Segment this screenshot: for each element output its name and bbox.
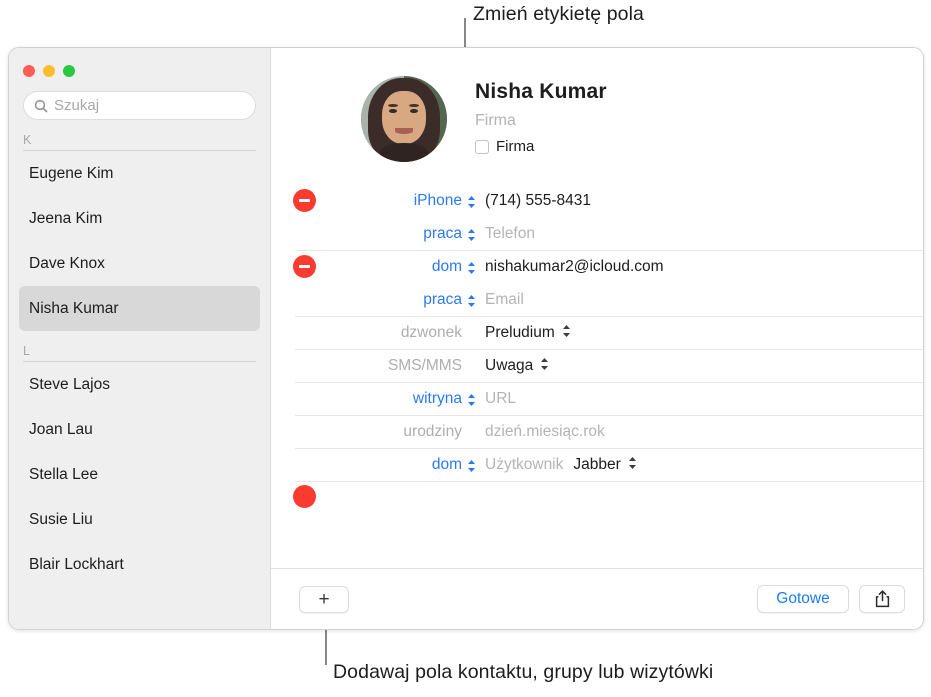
remove-field-button[interactable]: [293, 255, 316, 278]
contact-header-fields: Nisha Kumar Firma Firma: [475, 76, 607, 155]
field-label[interactable]: dom: [295, 456, 467, 474]
sidebar-item-blair-lockhart[interactable]: Blair Lockhart: [19, 542, 260, 587]
share-button[interactable]: [859, 585, 905, 613]
minus-icon: [299, 199, 310, 202]
contact-field-row[interactable]: dom Użytkownik Jabber: [271, 448, 923, 481]
add-field-button[interactable]: +: [299, 585, 349, 613]
label-stepper-icon[interactable]: [467, 294, 476, 308]
sidebar-item-jeena-kim[interactable]: Jeena Kim: [19, 196, 260, 241]
search-field[interactable]: [23, 91, 256, 120]
field-value[interactable]: Uwaga: [485, 357, 533, 375]
window-controls: [9, 48, 270, 77]
contact-field-row[interactable]: dzwonek Preludium: [271, 316, 923, 349]
field-label: urodziny: [403, 422, 462, 440]
sidebar-item-dave-knox[interactable]: Dave Knox: [19, 241, 260, 286]
share-icon: [875, 590, 889, 608]
contact-detail-scroll: Nisha Kumar Firma Firma iPhone (714) 555-…: [271, 48, 923, 568]
zoom-button[interactable]: [63, 65, 75, 77]
contact-field-row-clipped[interactable]: [271, 481, 923, 508]
field-value[interactable]: dzień.miesiąc.rok: [485, 423, 605, 441]
field-label[interactable]: dom: [295, 258, 467, 276]
contact-fields-list: iPhone (714) 555-8431 praca Telefon dom nisha…: [271, 184, 923, 508]
field-label: dzwonek: [400, 323, 462, 341]
sidebar-item-eugene-kim[interactable]: Eugene Kim: [19, 151, 260, 196]
contact-field-row[interactable]: dom nishakumar2@icloud.com: [271, 250, 923, 283]
label-stepper-icon[interactable]: [467, 261, 476, 275]
sidebar: K Eugene Kim Jeena Kim Dave Knox Nisha K…: [9, 48, 271, 629]
contact-field-row[interactable]: praca Telefon: [271, 217, 923, 250]
field-value[interactable]: Preludium: [485, 324, 555, 342]
sidebar-item-nisha-kumar[interactable]: Nisha Kumar: [19, 286, 260, 331]
remove-field-button[interactable]: [293, 189, 316, 212]
sidebar-section-header-k: K: [23, 133, 256, 151]
company-checkbox-row[interactable]: Firma: [475, 138, 607, 155]
done-button[interactable]: Gotowe: [757, 585, 849, 613]
contact-name[interactable]: Nisha Kumar: [475, 80, 607, 104]
company-checkbox-label: Firma: [496, 138, 535, 155]
remove-field-button[interactable]: [293, 485, 316, 508]
sidebar-section-header-l: L: [23, 344, 256, 362]
value-stepper-icon[interactable]: [562, 324, 571, 343]
field-value[interactable]: Użytkownik: [485, 456, 563, 474]
avatar[interactable]: [361, 76, 447, 162]
field-value[interactable]: Telefon: [485, 225, 535, 243]
contact-field-row[interactable]: SMS/MMS Uwaga: [271, 349, 923, 382]
field-label[interactable]: praca: [295, 291, 467, 309]
contacts-window: K Eugene Kim Jeena Kim Dave Knox Nisha K…: [8, 47, 924, 630]
contact-field-row[interactable]: urodziny dzień.miesiąc.rok: [271, 415, 923, 448]
field-label[interactable]: praca: [295, 225, 467, 243]
contact-field-row[interactable]: witryna URL: [271, 382, 923, 415]
callout-label-add-fields: Dodawaj pola kontaktu, grupy lub wizytów…: [333, 661, 714, 683]
contact-detail-pane: Nisha Kumar Firma Firma iPhone (714) 555-…: [271, 48, 923, 629]
company-field[interactable]: Firma: [475, 112, 607, 130]
label-stepper-icon[interactable]: [467, 195, 476, 209]
label-stepper-icon[interactable]: [467, 228, 476, 242]
label-stepper-icon[interactable]: [467, 393, 476, 407]
contact-field-row[interactable]: praca Email: [271, 283, 923, 316]
field-value[interactable]: Email: [485, 291, 524, 309]
search-icon: [34, 99, 48, 112]
minimize-button[interactable]: [43, 65, 55, 77]
detail-toolbar: + Gotowe: [271, 568, 923, 629]
sidebar-item-steve-lajos[interactable]: Steve Lajos: [19, 362, 260, 407]
field-label[interactable]: iPhone: [295, 192, 467, 210]
contact-field-row[interactable]: iPhone (714) 555-8431: [271, 184, 923, 217]
sidebar-item-stella-lee[interactable]: Stella Lee: [19, 452, 260, 497]
value-stepper-icon[interactable]: [540, 357, 549, 376]
close-button[interactable]: [23, 65, 35, 77]
company-checkbox[interactable]: [475, 139, 489, 154]
value-stepper-icon[interactable]: [628, 456, 637, 475]
field-value[interactable]: nishakumar2@icloud.com: [485, 258, 664, 276]
field-label[interactable]: witryna: [295, 390, 467, 408]
contact-header: Nisha Kumar Firma Firma: [271, 48, 923, 162]
minus-icon: [299, 265, 310, 268]
callout-label-change-field-label: Zmień etykietę pola: [473, 3, 644, 25]
field-value[interactable]: URL: [485, 390, 516, 408]
field-value[interactable]: (714) 555-8431: [485, 192, 591, 210]
field-value-extra[interactable]: Jabber: [573, 456, 620, 474]
field-label: SMS/MMS: [387, 356, 462, 374]
sidebar-item-susie-liu[interactable]: Susie Liu: [19, 497, 260, 542]
sidebar-item-joan-lau[interactable]: Joan Lau: [19, 407, 260, 452]
label-stepper-icon[interactable]: [467, 459, 476, 473]
search-input[interactable]: [54, 97, 245, 114]
